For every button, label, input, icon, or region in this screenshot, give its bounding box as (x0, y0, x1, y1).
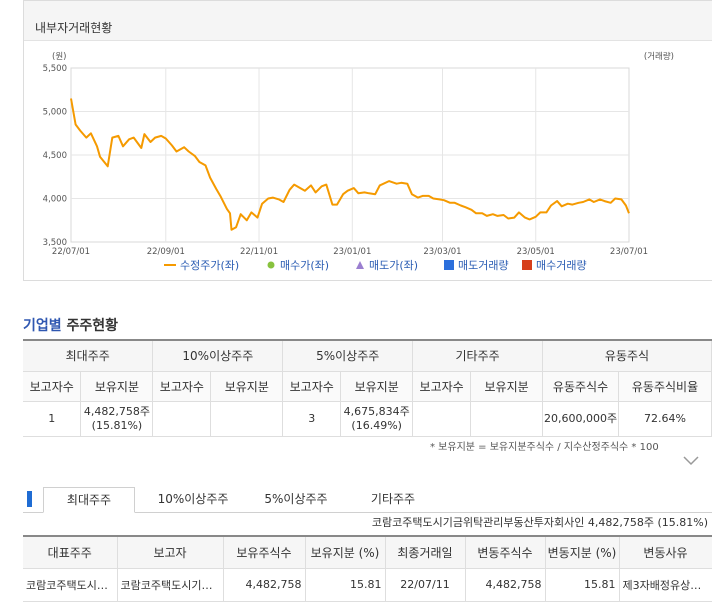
summary-cell-8: 20,600,000주 (542, 400, 620, 437)
sub-header-2: 보고자수 (152, 370, 212, 402)
summary-cell-6 (412, 400, 472, 437)
y-tick-label: 4,500 (43, 151, 67, 161)
sub-header-8: 유동주식수 (542, 370, 620, 402)
detail-header-3: 보유지분 (%) (304, 535, 386, 569)
x-tick-label: 23/03/01 (423, 247, 461, 257)
detail-header-0: 대표주주 (23, 535, 118, 569)
group-header-10pct: 10%이상주주 (152, 339, 284, 372)
summary-cell-value: 3 (308, 411, 316, 425)
summary-cell-value: 4,675,834주 (343, 404, 410, 418)
sub-header-6: 보고자수 (412, 370, 472, 402)
tab-marker-bar (27, 491, 32, 507)
legend-square-swatch (522, 260, 532, 270)
legend-label: 매도가(좌) (369, 259, 418, 272)
summary-cell-value: 20,600,000주 (543, 411, 618, 425)
largest-holder-caption: 코람코주택도시기금위탁관리부동산투자회사인 4,482,758주 (15.81%… (371, 516, 708, 529)
holder-detail-table: 대표주주 보고자 보유주식수 보유지분 (%) 최종거래일 변동주식수 변동지분 (%) 변동… (23, 535, 712, 602)
x-tick-label: 22/07/01 (52, 247, 90, 257)
sub-header-5: 보유지분 (340, 370, 414, 402)
sub-header-9: 유동주식비율 (618, 370, 712, 402)
legend-item-buy-volume: 매수거래량 (522, 259, 587, 272)
adjusted-price-line (70, 98, 630, 231)
summary-cell-value: 4,482,758주 (83, 404, 150, 418)
summary-cell-4: 3 (282, 400, 342, 437)
detail-cell-2: 4,482,758 (222, 567, 306, 602)
legend-item-sell-volume: 매도거래량 (444, 259, 509, 272)
summary-cell-value: 1 (48, 411, 56, 425)
tab-10pct-holders[interactable]: 10%이상주주 (145, 487, 241, 513)
detail-header-4: 최종거래일 (384, 535, 466, 569)
y-axis-unit: (원) (52, 52, 66, 62)
y-tick-label: 5,500 (43, 64, 67, 74)
summary-cell-percent: (16.49%) (351, 418, 402, 432)
y-tick-label: 5,000 (43, 108, 67, 118)
detail-header-5: 변동주식수 (464, 535, 546, 569)
legend-item-adjusted-price: 수정주가(좌) (164, 259, 239, 272)
detail-cell-5: 4,482,758 (464, 567, 546, 602)
shareholder-summary-table: 최대주주 10%이상주주 5%이상주주 기타주주 유동주식 보고자수 보유지분 보고… (23, 339, 712, 437)
detail-cell-0: 코람코주택도시기금위탁관리부동산투자회사 (23, 567, 118, 602)
sub-header-4: 보고자수 (282, 370, 342, 402)
sub-header-3: 보유지분 (210, 370, 284, 402)
tab-5pct-holders[interactable]: 5%이상주주 (251, 487, 341, 513)
section-title-accent: 기업별 (23, 318, 62, 334)
summary-cell-2 (152, 400, 212, 437)
legend-item-buy-price: 매수가(좌) (267, 259, 329, 272)
sub-header-7: 보유지분 (470, 370, 544, 402)
tab-other-holders[interactable]: 기타주주 (357, 487, 429, 513)
detail-header-1: 보고자 (116, 535, 224, 569)
detail-header-6: 변동지분 (%) (544, 535, 620, 569)
summary-cell-9: 72.64% (618, 400, 712, 437)
sub-header-0: 보고자수 (23, 370, 82, 402)
detail-header-2: 보유주식수 (222, 535, 306, 569)
footnote: * 보유지분 = 보유지분주식수 / 지수산정주식수 * 100 (430, 442, 659, 453)
detail-cell-7: 제3자배정유상증자 (618, 567, 712, 602)
legend-triangle-swatch (356, 261, 364, 269)
x-tick-label: 23/05/01 (517, 247, 555, 257)
summary-cell-1: 4,482,758주 (15.81%) (80, 400, 154, 437)
tab-largest-holder[interactable]: 최대주주 (43, 487, 135, 513)
summary-cell-percent: (15.81%) (91, 418, 143, 432)
detail-cell-4: 22/07/11 (384, 567, 466, 602)
legend-dot-swatch (267, 261, 275, 269)
detail-cell-3: 15.81 (304, 567, 386, 602)
group-header-float: 유동주식 (542, 339, 712, 372)
legend-label: 매도거래량 (458, 259, 509, 272)
legend-label: 매수가(좌) (280, 259, 329, 272)
detail-cell-1: 코람코주택도시기금위탁관리부동산투자회사 (116, 567, 224, 602)
group-header-5pct: 5%이상주주 (282, 339, 414, 372)
group-header-largest: 최대주주 (23, 339, 154, 372)
x-tick-label: 22/11/01 (240, 247, 278, 257)
section-title-rest: 주주현황 (61, 318, 119, 334)
shareholder-tabs: 최대주주 10%이상주주 5%이상주주 기타주주 (23, 487, 712, 513)
insider-trading-chart: 5,5005,0004,5004,0003,500(원) (거래량)22/07/0… (43, 51, 674, 272)
summary-cell-5: 4,675,834주 (16.49%) (340, 400, 414, 437)
group-header-other: 기타주주 (412, 339, 544, 372)
summary-cell-3 (210, 400, 284, 437)
legend-label: 매수거래량 (536, 259, 587, 272)
legend-item-sell-price: 매도가(좌) (356, 259, 418, 272)
y-tick-label: 4,000 (43, 195, 67, 205)
x-tick-label: 23/01/01 (333, 247, 371, 257)
legend-square-swatch (444, 260, 454, 270)
detail-cell-6: 15.81 (544, 567, 620, 602)
summary-cell-7 (470, 400, 544, 437)
section-title: 기업별 주주현황 (23, 315, 118, 335)
y2-axis-unit: (거래량) (644, 51, 674, 62)
sub-header-1: 보유지분 (80, 370, 154, 402)
insider-trading-chart-panel: 내부자거래현황 5,500 5,000 4,500 4,000 3,500 (원) (거래량… (23, 0, 712, 281)
x-tick-label: 23/07/01 (610, 247, 648, 257)
chart-panel-title: 내부자거래현황 (24, 1, 712, 41)
summary-cell-0: 1 (23, 400, 82, 437)
legend-label: 수정주가(좌) (180, 259, 239, 272)
x-tick-label: 22/09/01 (147, 247, 185, 257)
expand-chevron-down-icon[interactable] (683, 456, 699, 466)
detail-header-7: 변동사유 (618, 535, 712, 569)
summary-cell-value: 72.64% (644, 411, 686, 425)
